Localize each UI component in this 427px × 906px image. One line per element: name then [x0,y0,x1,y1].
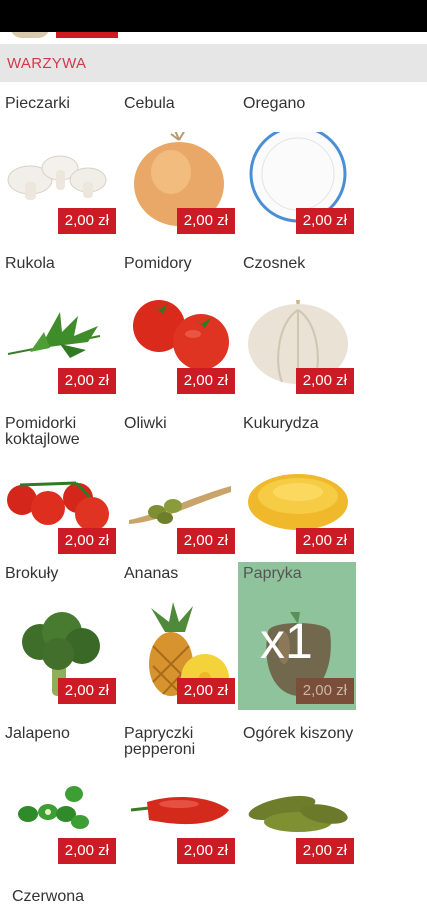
previous-item-image [10,32,50,38]
product-name: Kukurydza [243,415,319,432]
price-tag: 2,00 zł [57,528,116,554]
previous-price-tag [56,32,118,38]
product-tile[interactable]: Ananas 2,00 zł [119,562,237,710]
product-name: Oregano [243,95,306,112]
product-tile[interactable]: Pieczarki 2,00 zł [0,92,118,240]
product-tile[interactable]: Czosnek 2,00 zł [238,252,356,400]
product-name: Cebula [124,95,175,112]
price-tag: 2,00 zł [176,368,235,394]
price-tag: 2,00 zł [57,208,116,234]
price-tag: 2,00 zł [295,208,354,234]
product-tile[interactable]: Ogórek kiszony 2,00 zł [238,722,356,870]
product-name: Pieczarki [5,95,70,112]
price-tag: 2,00 zł [176,678,235,704]
previous-row-sliver [0,32,427,44]
product-name: Oliwki [124,415,167,432]
product-tile-selected[interactable]: Papryka x1 2,00 zł [238,562,356,710]
section-header: WARZYWA [0,44,427,82]
product-name: Jalapeno [5,725,70,742]
product-tile[interactable]: Pomidory 2,00 zł [119,252,237,400]
product-name: Czosnek [243,255,306,272]
price-tag: 2,00 zł [295,678,354,704]
product-tile[interactable]: Kukurydza 2,00 zł [238,412,356,560]
product-tile[interactable]: Brokuły 2,00 zł [0,562,118,710]
product-tile[interactable]: Pomidorki koktajlowe 2,00 zł [0,412,118,560]
product-tile[interactable]: Cebula 2,00 zł [119,92,237,240]
product-name: Papryczki pepperoni [124,725,196,758]
status-bar [0,0,427,32]
product-name: Rukola [5,255,55,272]
price-tag: 2,00 zł [176,528,235,554]
price-tag: 2,00 zł [176,208,235,234]
product-name: Ananas [124,565,179,582]
product-name: Ogórek kiszony [243,725,354,742]
section-title: WARZYWA [7,54,87,72]
price-tag: 2,00 zł [57,368,116,394]
price-tag: 2,00 zł [295,528,354,554]
price-tag: 2,00 zł [295,368,354,394]
selected-quantity: x1 [260,613,313,669]
price-tag: 2,00 zł [57,678,116,704]
product-tile[interactable]: Papryczki pepperoni 2,00 zł [119,722,237,870]
price-tag: 2,00 zł [176,838,235,864]
product-tile[interactable]: Oregano 2,00 zł [238,92,356,240]
product-name: Brokuły [5,565,59,582]
next-product-name: Czerwona [12,888,85,905]
product-tile[interactable]: Rukola 2,00 zł [0,252,118,400]
product-tile[interactable]: Oliwki 2,00 zł [119,412,237,560]
product-name: Pomidorki koktajlowe [5,415,80,448]
product-name: Pomidory [124,255,192,272]
price-tag: 2,00 zł [295,838,354,864]
price-tag: 2,00 zł [57,838,116,864]
product-name: Papryka [243,565,302,582]
product-tile[interactable]: Jalapeno 2,00 zł [0,722,118,870]
